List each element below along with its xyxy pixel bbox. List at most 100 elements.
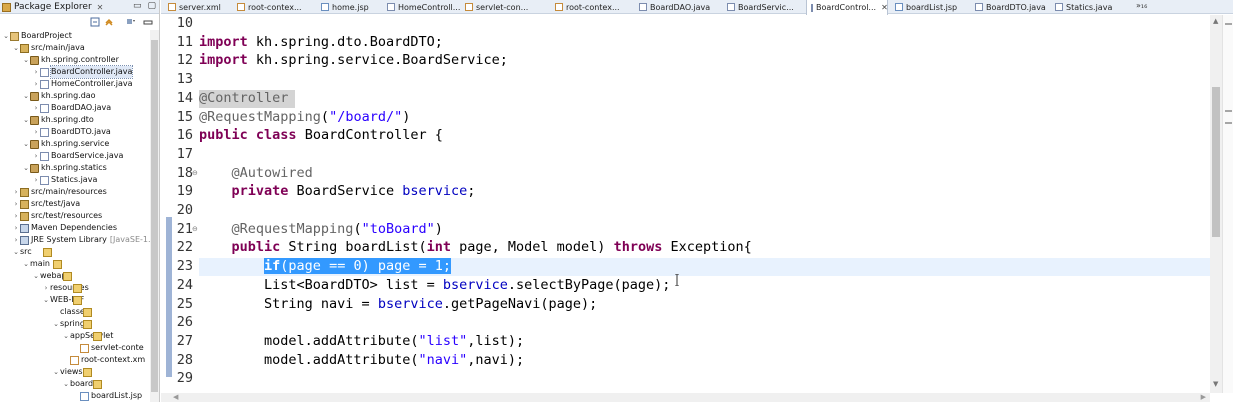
code-line[interactable]: @Controller: [199, 90, 288, 106]
tree-item[interactable]: › Maven Dependencies: [12, 222, 117, 234]
tree-item[interactable]: ⌄ board: [62, 378, 102, 390]
tree-item[interactable]: boardList.jsp: [72, 390, 142, 402]
tree-item[interactable]: ⌄ kh.spring.service: [22, 138, 109, 150]
chevron-right-icon[interactable]: ›: [32, 66, 40, 78]
scroll-right-icon[interactable]: ▶: [1201, 393, 1206, 401]
tab-overflow-button[interactable]: »₁₆: [1136, 1, 1147, 10]
tree-item[interactable]: › JRE System Library [JavaSE-1.8: [12, 234, 156, 246]
overview-ruler[interactable]: [1222, 15, 1233, 393]
editor-horizontal-scrollbar[interactable]: ◀ ▶: [161, 393, 1210, 402]
tree-item[interactable]: › HomeController.java: [32, 78, 133, 90]
fold-toggle-icon[interactable]: ⊖: [192, 225, 198, 233]
editor-vertical-scrollbar[interactable]: ▲ ▼: [1210, 15, 1222, 393]
tree-item[interactable]: classes: [52, 306, 92, 318]
chevron-down-icon[interactable]: ⌄: [62, 378, 70, 390]
code-editor[interactable]: 10 11 import kh.spring.dto.BoardDTO; 12 impo…: [161, 15, 1210, 393]
chevron-down-icon[interactable]: ⌄: [62, 330, 70, 342]
editor-tab[interactable]: BoardDTO.java: [971, 0, 1049, 14]
chevron-right-icon[interactable]: ›: [12, 198, 20, 210]
editor-tab[interactable]: server.xml: [164, 0, 242, 14]
editor-tab[interactable]: BoardDAO.java: [635, 0, 713, 14]
code-line[interactable]: import kh.spring.service.BoardService;: [199, 52, 508, 68]
code-line[interactable]: @RequestMapping("toBoard"): [199, 221, 443, 237]
scroll-up-icon[interactable]: ▲: [1213, 17, 1218, 25]
tree-item[interactable]: › src/main/resources: [12, 186, 107, 198]
code-line[interactable]: model.addAttribute("list",list);: [199, 333, 524, 349]
editor-tab[interactable]: BoardServic...: [723, 0, 801, 14]
chevron-down-icon[interactable]: ⌄: [22, 258, 30, 270]
chevron-right-icon[interactable]: ›: [32, 78, 40, 90]
minimize-icon[interactable]: [143, 17, 153, 27]
tree-item[interactable]: ⌄ kh.spring.statics: [22, 162, 107, 174]
chevron-down-icon[interactable]: ⌄: [22, 138, 30, 150]
link-with-editor-icon[interactable]: [104, 17, 114, 27]
chevron-down-icon[interactable]: ⌄: [42, 294, 50, 306]
tree-item[interactable]: › Statics.java: [32, 174, 97, 186]
maximize-icon[interactable]: ▢: [147, 1, 156, 11]
tree-item[interactable]: › src/test/resources: [12, 210, 102, 222]
tree-item[interactable]: ⌄ BoardProject: [2, 30, 72, 42]
tree-item[interactable]: ⌄ kh.spring.dao: [22, 90, 96, 102]
tree-item[interactable]: › src/test/java: [12, 198, 80, 210]
scroll-thumb[interactable]: [151, 40, 158, 392]
close-icon[interactable]: ✕: [881, 3, 888, 12]
tree-item[interactable]: root-context.xm: [62, 354, 145, 366]
chevron-down-icon[interactable]: ⌄: [52, 366, 60, 378]
code-line[interactable]: import kh.spring.dto.BoardDTO;: [199, 34, 443, 50]
chevron-right-icon[interactable]: ›: [12, 222, 20, 234]
code-line[interactable]: @RequestMapping("/board/"): [199, 109, 410, 125]
tree-item[interactable]: ⌄ appServlet: [62, 330, 113, 342]
editor-tab[interactable]: root-contex...: [551, 0, 629, 14]
view-menu-icon[interactable]: [126, 17, 136, 27]
editor-tab[interactable]: Statics.java: [1051, 0, 1129, 14]
tree-item[interactable]: ⌄ webapp: [32, 270, 72, 282]
tree-item[interactable]: ⌄ kh.spring.controller: [22, 54, 119, 66]
overview-mark[interactable]: [1225, 23, 1232, 25]
scroll-thumb[interactable]: [1212, 87, 1220, 237]
chevron-right-icon[interactable]: ›: [12, 234, 20, 246]
chevron-right-icon[interactable]: ›: [12, 186, 20, 198]
chevron-down-icon[interactable]: ⌄: [12, 42, 20, 54]
fold-toggle-icon[interactable]: ⊖: [192, 169, 198, 177]
scroll-down-icon[interactable]: ▼: [1213, 380, 1218, 388]
chevron-down-icon[interactable]: ⌄: [22, 90, 30, 102]
tree-item[interactable]: ⌄ kh.spring.dto: [22, 114, 94, 126]
code-line[interactable]: private BoardService bservice;: [199, 183, 476, 199]
chevron-down-icon[interactable]: ⌄: [22, 54, 30, 66]
tree-item[interactable]: › resources: [42, 282, 89, 294]
tree-item[interactable]: › BoardService.java: [32, 150, 123, 162]
code-line[interactable]: if(page == 0) page = 1;: [199, 258, 451, 274]
collapse-all-icon[interactable]: [90, 17, 100, 27]
tree-item[interactable]: ⌄ spring: [52, 318, 92, 330]
package-explorer-scrollbar[interactable]: [150, 30, 159, 402]
chevron-down-icon[interactable]: ⌄: [2, 30, 10, 42]
code-line[interactable]: public String boardList(int page, Model …: [199, 239, 752, 255]
overview-mark[interactable]: [1225, 110, 1232, 112]
chevron-down-icon[interactable]: ⌄: [32, 270, 40, 282]
code-line[interactable]: List<BoardDTO> list = bservice.selectByP…: [199, 277, 670, 293]
package-explorer-tab[interactable]: Package Explorer ✕: [2, 1, 103, 13]
code-line[interactable]: @Autowired: [199, 165, 313, 181]
editor-tab[interactable]: servlet-con...: [461, 0, 539, 14]
chevron-right-icon[interactable]: ›: [42, 282, 50, 294]
tree-item[interactable]: ⌄ src: [12, 246, 52, 258]
chevron-right-icon[interactable]: ›: [32, 126, 40, 138]
chevron-right-icon[interactable]: ›: [32, 174, 40, 186]
tree-item[interactable]: ⌄ WEB-INF: [42, 294, 84, 306]
code-line[interactable]: public class BoardController {: [199, 127, 443, 143]
editor-tab[interactable]: BoardControl... ✕: [806, 0, 888, 15]
tree-item[interactable]: › BoardDAO.java: [32, 102, 111, 114]
chevron-down-icon[interactable]: ⌄: [22, 162, 30, 174]
chevron-right-icon[interactable]: ›: [12, 210, 20, 222]
scroll-left-icon[interactable]: ◀: [173, 393, 178, 401]
chevron-right-icon[interactable]: ›: [32, 150, 40, 162]
tree-item[interactable]: › BoardController.java: [32, 65, 134, 79]
close-icon[interactable]: ✕: [97, 3, 104, 12]
editor-tab[interactable]: root-contex...: [233, 0, 311, 14]
chevron-right-icon[interactable]: ›: [32, 102, 40, 114]
tree-item[interactable]: ⌄ src/main/java: [12, 42, 85, 54]
code-line[interactable]: String navi = bservice.getPageNavi(page)…: [199, 296, 597, 312]
editor-tab[interactable]: HomeControll...: [383, 0, 461, 14]
editor-tab[interactable]: boardList.jsp: [891, 0, 969, 14]
code-line[interactable]: model.addAttribute("navi",navi);: [199, 352, 524, 368]
